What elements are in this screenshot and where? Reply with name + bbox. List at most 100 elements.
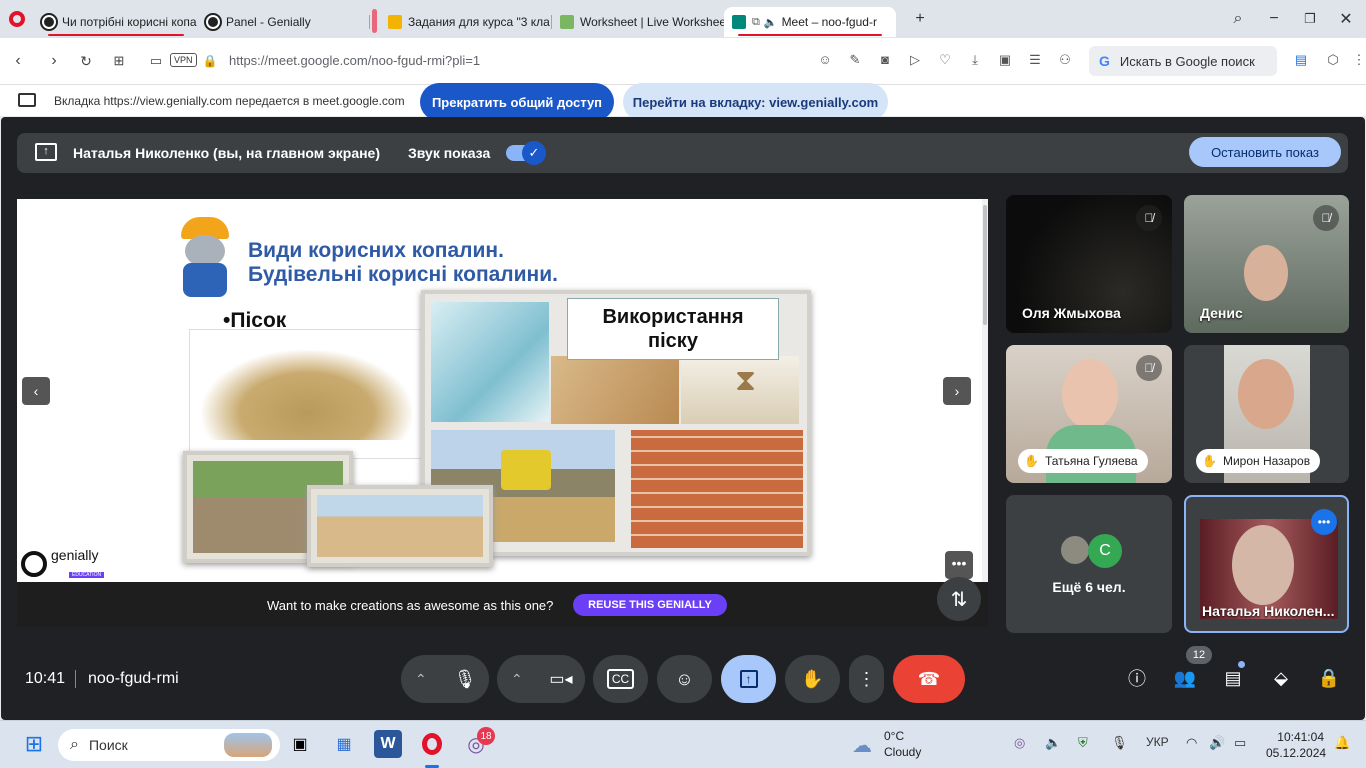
tab-liveworksheets[interactable]: Worksheet | Live Workshee — [552, 7, 724, 37]
url-field[interactable]: https://meet.google.com/noo-fgud-rmi?pli… — [229, 53, 480, 68]
mic-options-chevron-icon[interactable]: ⌃ — [415, 671, 427, 688]
new-tab-button[interactable]: + — [910, 0, 930, 38]
emoji-icon[interactable]: ☺ — [816, 52, 834, 67]
download-icon[interactable]: ⤓ — [966, 52, 984, 68]
mic-tray-icon[interactable]: 🎙 — [1111, 735, 1128, 751]
camera-icon: ▭◂ — [549, 671, 573, 688]
language-indicator[interactable]: УКР — [1146, 735, 1169, 749]
taskbar-search[interactable]: ⌕ Поиск — [58, 729, 280, 761]
stop-sharing-button[interactable]: Прекратить общий доступ — [420, 83, 614, 121]
reactions-button[interactable]: ☺ — [657, 655, 712, 703]
close-window-button[interactable]: ✕ — [1336, 0, 1356, 38]
avatar — [1059, 534, 1091, 566]
wifi-icon[interactable]: ◠ — [1186, 735, 1197, 751]
sound-label: Звук показа — [408, 145, 491, 161]
reload-icon[interactable]: ↻ — [76, 50, 96, 72]
more-options-button[interactable]: ⋮ — [849, 655, 884, 703]
participant-tile[interactable]: ✋ Мирон Назаров — [1184, 345, 1349, 483]
chat-icon[interactable]: ▤ — [1220, 665, 1246, 691]
tab-genially-panel[interactable]: Panel - Genially — [198, 7, 370, 37]
camera-button[interactable]: ▭◂ — [537, 655, 585, 703]
speed-dial-icon[interactable]: ⊞ — [109, 50, 129, 72]
host-controls-icon[interactable]: 🔒 — [1316, 665, 1342, 691]
leave-call-button[interactable]: ☎ — [893, 655, 965, 703]
more-options-icon[interactable]: ••• — [1311, 509, 1337, 535]
tab-label: Задания для курса "3 кла — [408, 15, 550, 29]
mic-button[interactable]: 🎙 — [441, 655, 489, 703]
player-icon[interactable]: ▣ — [996, 52, 1014, 68]
heart-icon[interactable]: ♡ — [936, 52, 954, 68]
system-clock[interactable]: 10:41:04 05.12.2024 — [1266, 729, 1327, 761]
more-vert-icon: ⋮ — [857, 668, 876, 689]
camera-options-chevron-icon[interactable]: ⌃ — [511, 671, 523, 688]
people-count-badge: 12 — [1186, 646, 1212, 664]
participant-tile[interactable]: 🎙̸ Оля Жмыхова — [1006, 195, 1172, 333]
easy-setup-icon[interactable]: ☰ — [1026, 52, 1044, 68]
task-view-icon[interactable]: ▣ — [286, 730, 314, 758]
notifications-icon[interactable]: 🔔 — [1334, 735, 1350, 751]
meeting-info-icon[interactable]: ⓘ — [1124, 665, 1150, 691]
tab-label: Worksheet | Live Workshee — [580, 15, 724, 29]
participant-name: Татьяна Гуляева — [1044, 454, 1138, 468]
reuse-genially-button[interactable]: REUSE THIS GENIALLY — [573, 594, 727, 616]
word-icon[interactable]: W — [374, 730, 402, 758]
picture-in-picture-icon[interactable]: ⧉ — [752, 16, 760, 29]
extensions-icon[interactable]: ⬡ — [1324, 52, 1342, 68]
search-tabs-icon[interactable]: ⌕ — [1228, 0, 1248, 38]
more-participants-tile[interactable]: C Ещё 6 чел. — [1006, 495, 1172, 633]
stop-presenting-button[interactable]: Остановить показ — [1189, 137, 1341, 167]
next-slide-button[interactable]: › — [943, 377, 971, 405]
self-tile[interactable]: ••• Наталья Николен... — [1184, 495, 1349, 633]
google-search-box[interactable]: G Искать в Google поиск — [1089, 46, 1277, 76]
viber-tray-icon[interactable]: ◎ — [1014, 735, 1025, 751]
avatar: C — [1088, 534, 1122, 568]
minimize-button[interactable]: − — [1264, 0, 1284, 38]
camera-permission-icon[interactable]: ▭ — [146, 50, 166, 72]
windows-start-icon[interactable]: ⊞ — [20, 730, 48, 758]
battery-icon[interactable]: ▭ — [1234, 735, 1246, 751]
tab-zadaniya[interactable]: Задания для курса "3 кла — [380, 7, 552, 37]
more-menu-icon[interactable]: ⋮ — [1350, 52, 1366, 68]
participant-name-pill: ✋ Мирон Назаров — [1196, 449, 1321, 473]
participant-tile[interactable]: 🎙̸ ✋ Татьяна Гуляева — [1006, 345, 1172, 483]
forward-icon[interactable]: › — [44, 50, 64, 72]
participant-name: Мирон Назаров — [1222, 454, 1311, 468]
restore-button[interactable]: ❐ — [1300, 0, 1320, 38]
back-icon[interactable]: ‹ — [8, 50, 28, 72]
system-date: 05.12.2024 — [1266, 746, 1327, 760]
swap-layout-icon[interactable]: ⇅ — [937, 577, 981, 621]
speaker-icon[interactable]: 🔈 — [764, 16, 778, 29]
edit-icon[interactable]: ✎ — [846, 52, 864, 68]
genially-icon — [204, 13, 222, 31]
shared-slide: Види корисних копалин. Будівельні корисн… — [17, 199, 988, 582]
raise-hand-button[interactable]: ✋ — [785, 655, 840, 703]
vpn-badge[interactable]: VPN — [170, 53, 197, 67]
bricks-image — [631, 430, 803, 548]
genially-promo-text: Want to make creations as awesome as thi… — [267, 598, 554, 613]
captions-button[interactable]: CC — [593, 655, 648, 703]
lock-icon[interactable]: 🔒 — [200, 50, 220, 72]
snapshot-icon[interactable]: ◙ — [876, 52, 894, 67]
volume-tray-icon[interactable]: 🔈 — [1045, 735, 1061, 751]
participant-tile[interactable]: 🎙̸ Денис — [1184, 195, 1349, 333]
sound-toggle[interactable]: ✓ — [506, 141, 546, 165]
prev-slide-button[interactable]: ‹ — [22, 377, 50, 405]
go-to-tab-button[interactable]: Перейти на вкладку: view.genially.com — [623, 83, 888, 121]
store-icon[interactable]: ▦ — [330, 730, 358, 758]
security-tray-icon[interactable]: ⛨ — [1078, 735, 1088, 751]
more-participants-label: Ещё 6 чел. — [1052, 579, 1126, 595]
send-icon[interactable]: ▷ — [906, 52, 924, 68]
present-button[interactable]: ↑ — [721, 655, 776, 703]
people-icon[interactable]: 👥 — [1172, 665, 1198, 691]
tab-meet[interactable]: ⧉ 🔈 Meet – noo-fgud-r — [724, 7, 896, 37]
opera-menu-icon[interactable] — [0, 0, 34, 38]
tab-genially-article[interactable]: Чи потрібні корисні копа — [34, 7, 198, 37]
profile-icon[interactable]: ⚇ — [1056, 52, 1074, 68]
slide-options-button[interactable]: ••• — [945, 551, 973, 579]
activities-icon[interactable]: ⬙ — [1268, 665, 1294, 691]
opera-taskbar-icon[interactable] — [418, 730, 446, 758]
slide-scrollbar[interactable] — [982, 199, 988, 582]
speaker-icon[interactable]: 🔊 — [1209, 735, 1225, 751]
weather-widget[interactable]: 0°C Cloudy — [884, 728, 921, 760]
workspace-icon[interactable]: ▤ — [1292, 52, 1310, 68]
